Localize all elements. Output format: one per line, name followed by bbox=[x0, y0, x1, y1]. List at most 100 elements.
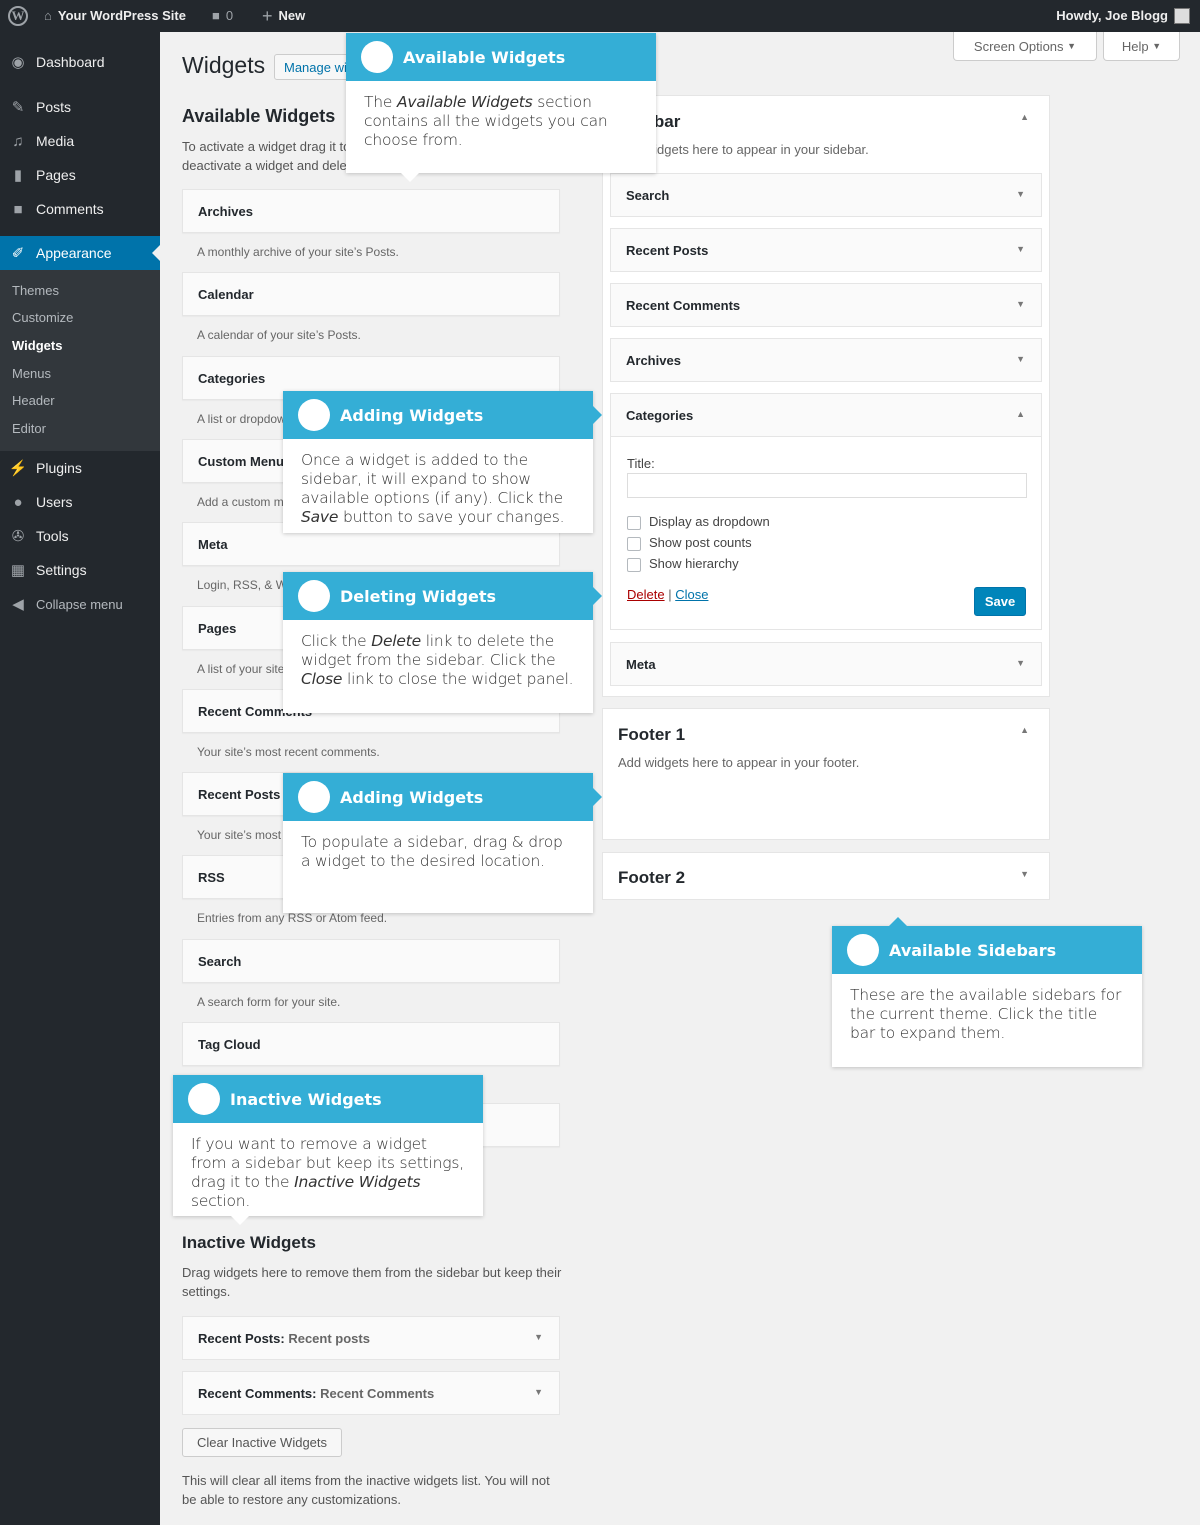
footer-1-title[interactable]: Footer 1 bbox=[618, 725, 685, 745]
account-menu[interactable]: Howdy, Joe Blogg bbox=[1056, 0, 1190, 32]
sidebar-widget[interactable]: Meta ▼ bbox=[610, 642, 1042, 686]
screen-options-button[interactable]: Screen Options ▼ bbox=[953, 32, 1097, 61]
comment-icon: ■ bbox=[13, 200, 23, 218]
expand-arrow-icon: ▼ bbox=[1016, 244, 1025, 254]
footer-1-description: Add widgets here to appear in your foote… bbox=[618, 755, 860, 770]
flag-icon: ⚑ bbox=[188, 1083, 220, 1115]
plus-icon: + bbox=[262, 6, 273, 26]
wrench-icon: ✇ bbox=[11, 528, 25, 545]
collapse-arrow-icon[interactable]: ▲ bbox=[1020, 725, 1029, 735]
menu-pages[interactable]: ▮ Pages bbox=[0, 158, 160, 192]
flag-icon: ⚑ bbox=[361, 41, 393, 73]
menu-comments[interactable]: ■ Comments bbox=[0, 192, 160, 226]
clear-inactive-note: This will clear all items from the inact… bbox=[182, 1473, 550, 1507]
inactive-widget-item[interactable]: Recent Posts: Recent posts ▼ bbox=[182, 1316, 560, 1360]
widget-control-actions: Delete | Close bbox=[627, 587, 709, 602]
appearance-submenu: Themes Customize Widgets Menus Header Ed… bbox=[0, 270, 160, 451]
sidebar-widget[interactable]: Categories ▲ bbox=[610, 393, 1042, 437]
callout-adding-widgets-drag: ⚑ Adding Widgets To populate a sidebar, d… bbox=[283, 773, 602, 913]
menu-users[interactable]: ● Users bbox=[0, 485, 160, 519]
widget-item[interactable]: Search bbox=[182, 938, 560, 983]
home-icon: ⌂ bbox=[44, 8, 52, 23]
inactive-widgets-description: Drag widgets here to remove them from th… bbox=[182, 1265, 562, 1299]
display-dropdown-checkbox[interactable]: Display as dropdown bbox=[627, 514, 770, 530]
widget-description: A search form for your site. bbox=[197, 994, 341, 1009]
expand-arrow-icon: ▼ bbox=[1020, 869, 1029, 879]
inactive-widget-item[interactable]: Recent Comments: Recent Comments ▼ bbox=[182, 1371, 560, 1415]
expand-arrow-icon: ▼ bbox=[534, 1387, 543, 1397]
media-icon: ♫ bbox=[12, 132, 24, 150]
expand-arrow-icon: ▼ bbox=[1016, 354, 1025, 364]
close-link[interactable]: Close bbox=[675, 587, 708, 602]
callout-available-widgets: ⚑ Available Widgets The Available Widgets… bbox=[346, 33, 656, 182]
menu-settings[interactable]: ▦ Settings bbox=[0, 553, 160, 587]
menu-dashboard[interactable]: ◉ Dashboard bbox=[0, 45, 160, 79]
caret-down-icon: ▼ bbox=[1067, 41, 1077, 51]
site-name-link[interactable]: ⌂ Your WordPress Site bbox=[44, 0, 186, 32]
pages-icon: ▮ bbox=[13, 167, 23, 184]
widget-description: Your site’s most recent comments. bbox=[197, 744, 380, 759]
comment-icon: ■ bbox=[212, 8, 220, 23]
collapse-menu-button[interactable]: ◀ Collapse menu bbox=[0, 587, 160, 621]
sidebar-widget[interactable]: Archives ▼ bbox=[610, 338, 1042, 382]
show-post-counts-checkbox[interactable]: Show post counts bbox=[627, 535, 752, 551]
clear-inactive-widgets-button[interactable]: Clear Inactive Widgets bbox=[182, 1428, 342, 1457]
title-label: Title: bbox=[627, 456, 655, 471]
flag-icon: ⚑ bbox=[298, 781, 330, 813]
widget-description: Entries from any RSS or Atom feed. bbox=[197, 911, 388, 926]
footer-2-panel[interactable]: Footer 2 ▼ bbox=[602, 852, 1050, 900]
menu-plugins[interactable]: ⚡ Plugins bbox=[0, 451, 160, 485]
comments-link[interactable]: ■ 0 bbox=[212, 0, 233, 32]
flag-icon: ⚑ bbox=[847, 934, 879, 966]
widget-description: A monthly archive of your site’s Posts. bbox=[197, 245, 399, 259]
widget-item[interactable]: Calendar bbox=[182, 272, 560, 317]
widget-item[interactable]: Archives bbox=[182, 189, 560, 233]
callout-available-sidebars: ⚑ Available Sidebars These are the availa… bbox=[832, 917, 1142, 1067]
paintbrush-icon: ✐ bbox=[11, 245, 25, 262]
submenu-editor[interactable]: Editor bbox=[12, 421, 46, 436]
help-button[interactable]: Help ▼ bbox=[1103, 32, 1180, 61]
collapse-arrow-icon[interactable]: ▲ bbox=[1020, 112, 1029, 122]
caret-down-icon: ▼ bbox=[1152, 41, 1162, 51]
menu-tools[interactable]: ✇ Tools bbox=[0, 519, 160, 553]
footer-2-title: Footer 2 bbox=[618, 868, 686, 887]
save-button[interactable]: Save bbox=[974, 587, 1026, 616]
collapse-icon: ◀ bbox=[12, 596, 24, 613]
sidebar-widget[interactable]: Recent Posts ▼ bbox=[610, 228, 1042, 272]
collapse-arrow-icon: ▲ bbox=[1016, 409, 1025, 419]
menu-appearance[interactable]: ✐ Appearance bbox=[0, 236, 160, 270]
submenu-header[interactable]: Header bbox=[12, 393, 55, 408]
dashboard-icon: ◉ bbox=[11, 54, 25, 71]
expand-arrow-icon: ▼ bbox=[1016, 189, 1025, 199]
user-icon: ● bbox=[13, 493, 23, 511]
callout-deleting-widgets: ⚑ Deleting Widgets Click the Delete link … bbox=[283, 572, 602, 713]
expand-arrow-icon: ▼ bbox=[1016, 658, 1025, 668]
submenu-menus[interactable]: Menus bbox=[12, 366, 51, 381]
show-hierarchy-checkbox[interactable]: Show hierarchy bbox=[627, 556, 739, 572]
available-widgets-heading: Available Widgets bbox=[182, 106, 336, 126]
widget-item[interactable]: Tag Cloud bbox=[182, 1022, 560, 1066]
callout-inactive-widgets: ⚑ Inactive Widgets If you want to remove … bbox=[173, 1075, 483, 1225]
submenu-widgets[interactable]: Widgets bbox=[12, 338, 62, 353]
submenu-customize[interactable]: Customize bbox=[12, 310, 73, 325]
sidebar-widget[interactable]: Search ▼ bbox=[610, 173, 1042, 217]
menu-media[interactable]: ♫ Media bbox=[0, 124, 160, 158]
menu-posts[interactable]: ✎ Posts bbox=[0, 90, 160, 124]
footer-1-panel: Footer 1 ▲ Add widgets here to appear in… bbox=[602, 708, 1050, 840]
wordpress-logo-icon[interactable]: W bbox=[8, 0, 28, 32]
categories-widget-form: Title: Display as dropdown Show post cou… bbox=[610, 437, 1042, 630]
new-content-link[interactable]: + New bbox=[262, 0, 305, 32]
expand-arrow-icon: ▼ bbox=[534, 1332, 543, 1342]
submenu-themes[interactable]: Themes bbox=[12, 283, 59, 298]
expand-arrow-icon: ▼ bbox=[1016, 299, 1025, 309]
flag-icon: ⚑ bbox=[298, 399, 330, 431]
flag-icon: ⚑ bbox=[298, 580, 330, 612]
settings-icon: ▦ bbox=[10, 562, 26, 579]
title-input[interactable] bbox=[627, 473, 1027, 498]
avatar bbox=[1174, 8, 1190, 24]
sidebar-widget[interactable]: Recent Comments ▼ bbox=[610, 283, 1042, 327]
admin-bar: W ⌂ Your WordPress Site ■ 0 + New Howdy, Jo… bbox=[0, 0, 1200, 32]
pin-icon: ✎ bbox=[11, 99, 25, 116]
widget-description: A calendar of your site’s Posts. bbox=[197, 328, 361, 343]
delete-link[interactable]: Delete bbox=[627, 587, 665, 602]
